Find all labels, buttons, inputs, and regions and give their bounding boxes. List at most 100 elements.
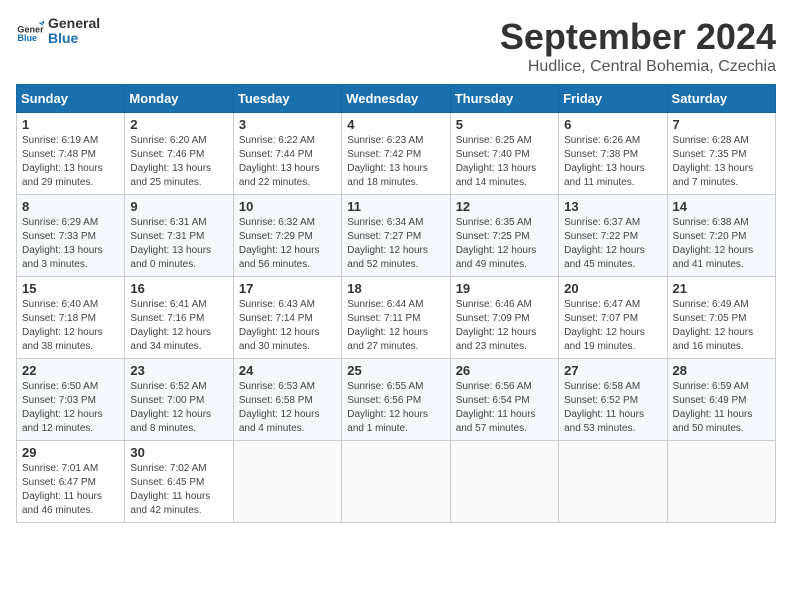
calendar-cell: 25 Sunrise: 6:55 AMSunset: 6:56 PMDayligh… [342,359,450,441]
weekday-header-friday: Friday [559,85,667,113]
header: General Blue General Blue September 2024… [16,16,776,76]
week-row-4: 22 Sunrise: 6:50 AMSunset: 7:03 PMDayligh… [17,359,776,441]
day-number: 22 [22,363,119,378]
calendar-cell: 22 Sunrise: 6:50 AMSunset: 7:03 PMDayligh… [17,359,125,441]
day-number: 25 [347,363,444,378]
day-number: 7 [673,117,770,132]
weekday-header-saturday: Saturday [667,85,775,113]
day-number: 5 [456,117,553,132]
day-number: 26 [456,363,553,378]
day-number: 11 [347,199,444,214]
calendar-cell: 23 Sunrise: 6:52 AMSunset: 7:00 PMDayligh… [125,359,233,441]
cell-content: Sunrise: 6:19 AMSunset: 7:48 PMDaylight:… [22,134,119,190]
day-number: 12 [456,199,553,214]
day-number: 8 [22,199,119,214]
day-number: 23 [130,363,227,378]
calendar-cell: 28Sunrise: 6:59 AMSunset: 6:49 PMDayligh… [667,359,775,441]
calendar-cell: 7 Sunrise: 6:28 AMSunset: 7:35 PMDaylight… [667,113,775,195]
cell-content: Sunrise: 7:01 AMSunset: 6:47 PMDaylight:… [22,462,119,518]
cell-content: Sunrise: 6:53 AMSunset: 6:58 PMDaylight:… [239,380,336,436]
cell-content: Sunrise: 6:32 AMSunset: 7:29 PMDaylight:… [239,216,336,272]
day-number: 2 [130,117,227,132]
logo-icon: General Blue [16,17,44,45]
day-number: 30 [130,445,227,460]
cell-content: Sunrise: 6:55 AMSunset: 6:56 PMDaylight:… [347,380,444,436]
weekday-header-row: SundayMondayTuesdayWednesdayThursdayFrid… [17,85,776,113]
cell-content: Sunrise: 6:50 AMSunset: 7:03 PMDaylight:… [22,380,119,436]
cell-content: Sunrise: 6:35 AMSunset: 7:25 PMDaylight:… [456,216,553,272]
calendar-cell: 24 Sunrise: 6:53 AMSunset: 6:58 PMDayligh… [233,359,341,441]
day-number: 9 [130,199,227,214]
svg-text:Blue: Blue [17,33,37,43]
cell-content: Sunrise: 6:44 AMSunset: 7:11 PMDaylight:… [347,298,444,354]
calendar-cell [450,441,558,523]
cell-content: Sunrise: 6:41 AMSunset: 7:16 PMDaylight:… [130,298,227,354]
day-number: 20 [564,281,661,296]
day-number: 13 [564,199,661,214]
day-number: 4 [347,117,444,132]
day-number: 17 [239,281,336,296]
calendar-cell: 10 Sunrise: 6:32 AMSunset: 7:29 PMDayligh… [233,195,341,277]
calendar-cell: 27 Sunrise: 6:58 AMSunset: 6:52 PMDayligh… [559,359,667,441]
calendar-cell: 8Sunrise: 6:29 AMSunset: 7:33 PMDaylight… [17,195,125,277]
calendar: SundayMondayTuesdayWednesdayThursdayFrid… [16,84,776,523]
location-title: Hudlice, Central Bohemia, Czechia [500,58,776,76]
week-row-2: 8Sunrise: 6:29 AMSunset: 7:33 PMDaylight… [17,195,776,277]
title-area: September 2024 Hudlice, Central Bohemia,… [500,16,776,76]
logo-blue: Blue [48,31,100,46]
calendar-cell: 4Sunrise: 6:23 AMSunset: 7:42 PMDaylight… [342,113,450,195]
calendar-cell: 11Sunrise: 6:34 AMSunset: 7:27 PMDayligh… [342,195,450,277]
weekday-header-tuesday: Tuesday [233,85,341,113]
week-row-1: 1Sunrise: 6:19 AMSunset: 7:48 PMDaylight… [17,113,776,195]
calendar-cell [233,441,341,523]
calendar-cell [667,441,775,523]
calendar-cell: 6 Sunrise: 6:26 AMSunset: 7:38 PMDaylight… [559,113,667,195]
day-number: 21 [673,281,770,296]
day-number: 10 [239,199,336,214]
calendar-cell: 18 Sunrise: 6:44 AMSunset: 7:11 PMDayligh… [342,277,450,359]
cell-content: Sunrise: 6:58 AMSunset: 6:52 PMDaylight:… [564,380,661,436]
logo: General Blue General Blue [16,16,100,47]
cell-content: Sunrise: 6:25 AMSunset: 7:40 PMDaylight:… [456,134,553,190]
week-row-5: 29 Sunrise: 7:01 AMSunset: 6:47 PMDayligh… [17,441,776,523]
cell-content: Sunrise: 6:49 AMSunset: 7:05 PMDaylight:… [673,298,770,354]
calendar-cell: 30 Sunrise: 7:02 AMSunset: 6:45 PMDayligh… [125,441,233,523]
calendar-cell: 1Sunrise: 6:19 AMSunset: 7:48 PMDaylight… [17,113,125,195]
cell-content: Sunrise: 6:46 AMSunset: 7:09 PMDaylight:… [456,298,553,354]
calendar-cell: 29 Sunrise: 7:01 AMSunset: 6:47 PMDayligh… [17,441,125,523]
cell-content: Sunrise: 6:37 AMSunset: 7:22 PMDaylight:… [564,216,661,272]
calendar-cell: 16Sunrise: 6:41 AMSunset: 7:16 PMDayligh… [125,277,233,359]
cell-content: Sunrise: 6:52 AMSunset: 7:00 PMDaylight:… [130,380,227,436]
weekday-header-sunday: Sunday [17,85,125,113]
logo-general: General [48,16,100,31]
calendar-cell: 14Sunrise: 6:38 AMSunset: 7:20 PMDayligh… [667,195,775,277]
day-number: 6 [564,117,661,132]
week-row-3: 15Sunrise: 6:40 AMSunset: 7:18 PMDayligh… [17,277,776,359]
calendar-cell [342,441,450,523]
cell-content: Sunrise: 6:22 AMSunset: 7:44 PMDaylight:… [239,134,336,190]
weekday-header-monday: Monday [125,85,233,113]
cell-content: Sunrise: 6:20 AMSunset: 7:46 PMDaylight:… [130,134,227,190]
calendar-cell: 5 Sunrise: 6:25 AMSunset: 7:40 PMDaylight… [450,113,558,195]
day-number: 18 [347,281,444,296]
cell-content: Sunrise: 6:59 AMSunset: 6:49 PMDaylight:… [673,380,770,436]
calendar-cell [559,441,667,523]
day-number: 27 [564,363,661,378]
weekday-header-wednesday: Wednesday [342,85,450,113]
calendar-cell: 12 Sunrise: 6:35 AMSunset: 7:25 PMDayligh… [450,195,558,277]
calendar-cell: 2 Sunrise: 6:20 AMSunset: 7:46 PMDaylight… [125,113,233,195]
calendar-cell: 17Sunrise: 6:43 AMSunset: 7:14 PMDayligh… [233,277,341,359]
cell-content: Sunrise: 6:26 AMSunset: 7:38 PMDaylight:… [564,134,661,190]
cell-content: Sunrise: 6:56 AMSunset: 6:54 PMDaylight:… [456,380,553,436]
day-number: 24 [239,363,336,378]
calendar-cell: 15Sunrise: 6:40 AMSunset: 7:18 PMDayligh… [17,277,125,359]
cell-content: Sunrise: 6:28 AMSunset: 7:35 PMDaylight:… [673,134,770,190]
cell-content: Sunrise: 6:47 AMSunset: 7:07 PMDaylight:… [564,298,661,354]
calendar-cell: 21 Sunrise: 6:49 AMSunset: 7:05 PMDayligh… [667,277,775,359]
weekday-header-thursday: Thursday [450,85,558,113]
day-number: 29 [22,445,119,460]
month-title: September 2024 [500,16,776,58]
calendar-cell: 9Sunrise: 6:31 AMSunset: 7:31 PMDaylight… [125,195,233,277]
cell-content: Sunrise: 7:02 AMSunset: 6:45 PMDaylight:… [130,462,227,518]
calendar-cell: 13 Sunrise: 6:37 AMSunset: 7:22 PMDayligh… [559,195,667,277]
